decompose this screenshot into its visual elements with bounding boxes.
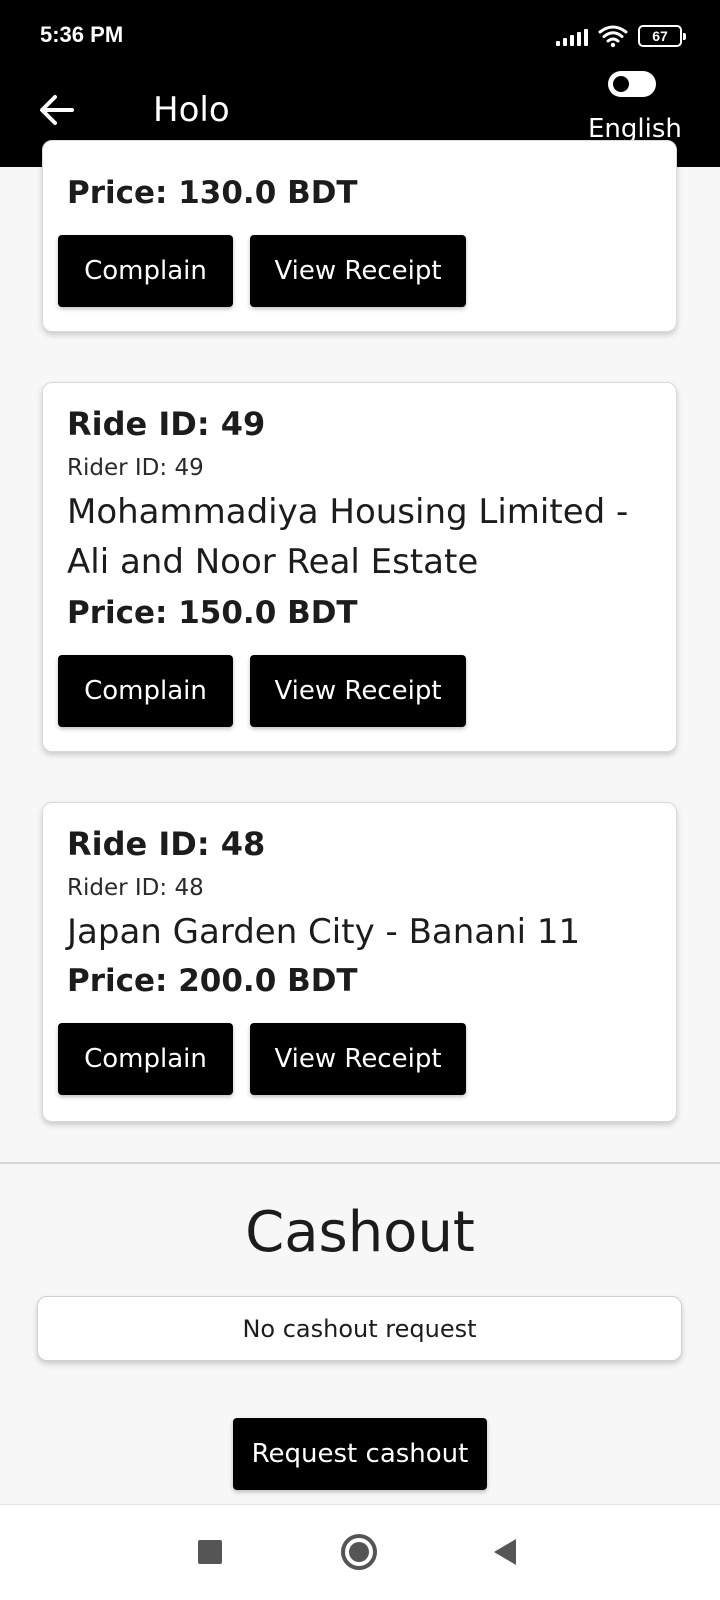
battery-icon: 67 <box>638 25 686 47</box>
ride-id: Ride ID: 49 <box>67 405 266 443</box>
wifi-icon <box>598 24 628 48</box>
ride-id: Ride ID: 48 <box>67 825 266 863</box>
ride-route: Mohammadiya Housing Limited - Ali and No… <box>67 492 629 582</box>
complain-button[interactable]: Complain <box>58 655 233 727</box>
signal-icon <box>556 26 588 46</box>
back-triangle-icon[interactable] <box>494 1539 516 1565</box>
rider-id: Rider ID: 48 <box>67 875 204 901</box>
ride-price: Price: 150.0 BDT <box>67 595 358 631</box>
ride-price: Price: 200.0 BDT <box>67 963 358 999</box>
cashout-status-text: No cashout request <box>242 1314 477 1343</box>
view-receipt-button[interactable]: View Receipt <box>250 655 466 727</box>
language-toggle[interactable] <box>608 71 656 97</box>
arrow-left-icon <box>40 95 74 125</box>
request-cashout-button[interactable]: Request cashout <box>233 1418 487 1490</box>
rider-id: Rider ID: 49 <box>67 455 204 481</box>
ride-card: Ride ID: 48 Rider ID: 48 Japan Garden Ci… <box>42 802 677 1122</box>
system-navigation-bar <box>0 1504 720 1600</box>
cashout-status-box: No cashout request <box>37 1296 682 1361</box>
complain-button[interactable]: Complain <box>58 235 233 307</box>
ride-card: Price: 130.0 BDT Complain View Receipt <box>42 140 677 332</box>
ride-price: Price: 130.0 BDT <box>67 175 358 211</box>
view-receipt-button[interactable]: View Receipt <box>250 235 466 307</box>
ride-card: Ride ID: 49 Rider ID: 49 Mohammadiya Hou… <box>42 382 677 752</box>
ride-route: Japan Garden City - Banani 11 <box>67 912 581 952</box>
page-title: Holo <box>153 90 230 130</box>
home-icon[interactable] <box>341 1534 377 1570</box>
cashout-title: Cashout <box>245 1200 475 1265</box>
view-receipt-button[interactable]: View Receipt <box>250 1023 466 1095</box>
battery-level: 67 <box>652 28 668 44</box>
status-icons: 67 <box>556 22 686 50</box>
section-divider <box>0 1162 720 1164</box>
recent-apps-icon[interactable] <box>198 1540 222 1564</box>
back-button[interactable] <box>34 88 78 132</box>
toggle-knob <box>613 76 629 92</box>
complain-button[interactable]: Complain <box>58 1023 233 1095</box>
status-time: 5:36 PM <box>40 22 124 47</box>
